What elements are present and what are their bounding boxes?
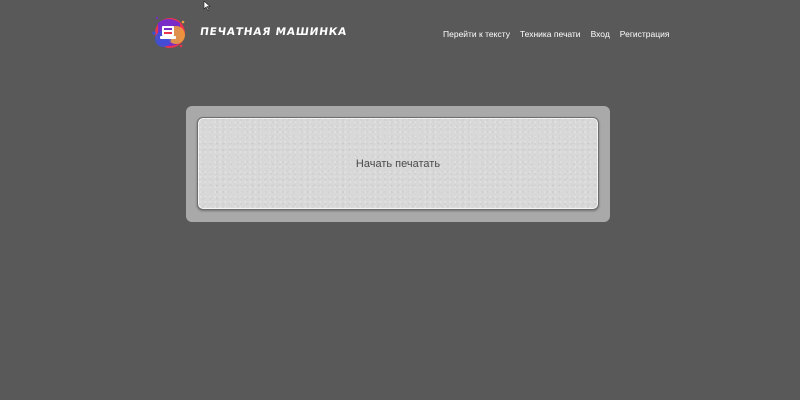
nav-link-go-to-text[interactable]: Перейти к тексту bbox=[443, 29, 510, 39]
nav-link-typing-technique[interactable]: Техника печати bbox=[520, 29, 581, 39]
start-typing-button[interactable]: Начать печатать bbox=[197, 117, 599, 210]
header: Печатная машинка Перейти к тексту Техник… bbox=[0, 0, 800, 68]
nav-link-login[interactable]: Вход bbox=[591, 29, 610, 39]
mouse-pointer-icon bbox=[203, 0, 211, 11]
nav-link-register[interactable]: Регистрация bbox=[620, 29, 670, 39]
start-typing-label: Начать печатать bbox=[355, 157, 441, 170]
brand-name[interactable]: Печатная машинка bbox=[199, 26, 348, 38]
typewriter-logo-icon[interactable] bbox=[150, 13, 186, 51]
main-nav: Перейти к тексту Техника печати Вход Рег… bbox=[443, 29, 670, 39]
page: Печатная машинка Перейти к тексту Техник… bbox=[0, 0, 800, 400]
